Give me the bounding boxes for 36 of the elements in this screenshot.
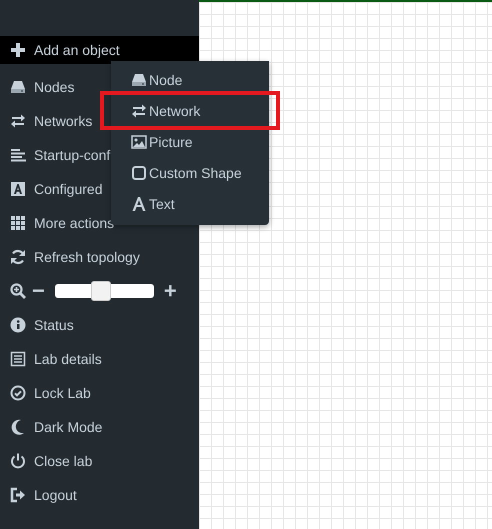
menu-item[interactable]: Custom Shape xyxy=(111,157,269,188)
sidebar-item[interactable]: Close lab xyxy=(0,444,199,478)
logout-icon xyxy=(10,487,26,503)
plus-icon xyxy=(10,42,26,58)
sidebar-item[interactable]: Dark Mode xyxy=(0,410,199,444)
grid-icon xyxy=(10,215,26,231)
sidebar-item[interactable]: Lock Lab xyxy=(0,376,199,410)
rounded-square-icon xyxy=(131,164,147,180)
letter-icon xyxy=(131,196,147,212)
refresh-icon xyxy=(10,249,26,265)
sidebar-item[interactable]: Logout xyxy=(0,478,199,512)
exchange-arrows-icon xyxy=(10,113,26,129)
zoom-in-button[interactable]: + xyxy=(164,280,177,302)
hard-drive-icon xyxy=(131,72,147,88)
menu-item[interactable]: Text xyxy=(111,188,269,219)
sidebar-item[interactable]: Status xyxy=(0,308,199,342)
letter-box-icon xyxy=(10,181,26,197)
zoom-slider[interactable] xyxy=(54,284,154,298)
info-icon xyxy=(10,317,26,333)
hard-drive-icon xyxy=(10,79,26,95)
list-icon xyxy=(10,351,26,367)
menu-item[interactable]: Picture xyxy=(111,126,269,157)
check-circle-icon xyxy=(10,385,26,401)
slider-thumb[interactable] xyxy=(91,281,112,301)
sidebar-item[interactable]: Lab details xyxy=(0,342,199,376)
exchange-arrows-icon xyxy=(131,102,147,118)
align-left-icon xyxy=(10,147,26,163)
menu-item[interactable]: Network xyxy=(104,95,276,126)
zoom-in-icon xyxy=(10,283,26,299)
sidebar-item[interactable]: Refresh topology xyxy=(0,240,199,274)
sidebar-item[interactable]: Add an object xyxy=(0,36,199,64)
menu-item[interactable]: Node xyxy=(111,64,269,95)
power-icon xyxy=(10,453,26,469)
zoom-out-button[interactable]: − xyxy=(32,280,45,302)
image-icon xyxy=(131,134,147,150)
moon-icon xyxy=(10,419,26,435)
